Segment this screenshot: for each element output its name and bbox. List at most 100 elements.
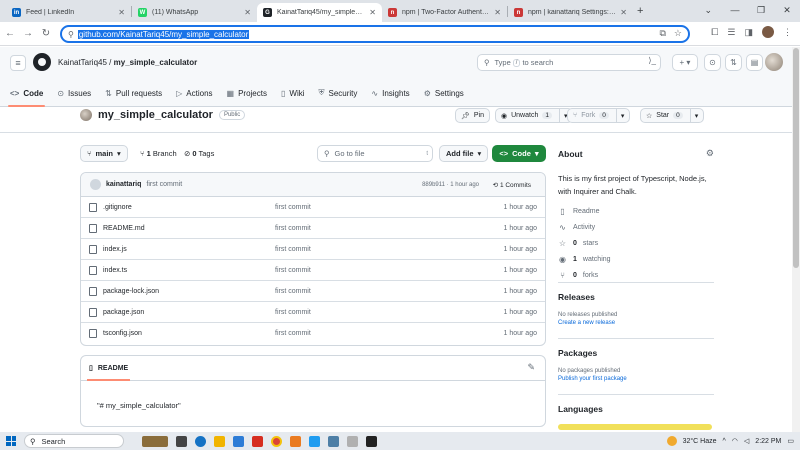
tags-link[interactable]: ⊘ 0 Tags bbox=[184, 149, 214, 158]
create-new-button[interactable]: + ▾ bbox=[672, 54, 698, 71]
pull-requests-icon[interactable]: ⇅ bbox=[725, 54, 742, 71]
star-button[interactable]: ☆ Star 0 ▾ bbox=[640, 108, 705, 123]
user-avatar[interactable] bbox=[765, 53, 783, 71]
releases-title[interactable]: Releases bbox=[558, 292, 714, 302]
file-name[interactable]: index.js bbox=[103, 246, 127, 253]
app-icon[interactable] bbox=[328, 435, 339, 447]
maximize-icon[interactable]: ❐ bbox=[748, 0, 774, 22]
code-button[interactable]: <> Code ▾ bbox=[492, 145, 546, 162]
address-bar[interactable]: ⚲ github.com/KainatTariq45/my_simple_cal… bbox=[60, 25, 690, 43]
stars-link[interactable]: ☆ 0 stars bbox=[558, 238, 714, 248]
create-release-link[interactable]: Create a new release bbox=[558, 320, 714, 326]
close-window-icon[interactable]: ✕ bbox=[774, 0, 800, 22]
file-commit-message[interactable]: first commit bbox=[275, 246, 311, 253]
file-name[interactable]: README.md bbox=[103, 225, 145, 232]
commit-message[interactable]: first commit bbox=[146, 181, 182, 188]
activity-link[interactable]: ∿ Activity bbox=[558, 222, 714, 232]
close-tab-icon[interactable]: ✕ bbox=[369, 8, 376, 17]
tab-search-icon[interactable]: ⌄ bbox=[704, 5, 712, 16]
gear-icon[interactable]: ⚙ bbox=[706, 148, 714, 159]
commit-author[interactable]: kainattariq bbox=[106, 181, 141, 188]
github-logo-icon[interactable] bbox=[33, 53, 51, 71]
file-name[interactable]: tsconfig.json bbox=[103, 330, 142, 337]
opera-icon[interactable] bbox=[252, 435, 263, 447]
close-tab-icon[interactable]: ✕ bbox=[244, 8, 251, 17]
repo-name[interactable]: my_simple_calculator bbox=[98, 109, 213, 121]
edge-icon[interactable] bbox=[195, 435, 206, 447]
bookmark-star-icon[interactable]: ☆ bbox=[674, 28, 682, 39]
chrome-icon[interactable] bbox=[271, 435, 282, 447]
commits-link[interactable]: ⟲ 1 Commits bbox=[493, 181, 531, 189]
back-icon[interactable]: ← bbox=[2, 28, 18, 39]
breadcrumb-repo[interactable]: my_simple_calculator bbox=[114, 58, 198, 67]
tab-wiki[interactable]: ▯ Wiki bbox=[281, 79, 305, 107]
tab-insights[interactable]: ∿ Insights bbox=[371, 79, 409, 107]
windows-start-icon[interactable] bbox=[6, 436, 16, 446]
task-view-icon[interactable] bbox=[176, 435, 187, 447]
clock[interactable]: 2:22 PM bbox=[755, 438, 781, 445]
reading-list-icon[interactable]: ☰ bbox=[727, 27, 735, 38]
scrollbar-thumb[interactable] bbox=[793, 48, 799, 268]
file-commit-message[interactable]: first commit bbox=[275, 204, 311, 211]
file-explorer-icon[interactable] bbox=[214, 435, 225, 447]
file-commit-message[interactable]: first commit bbox=[275, 267, 311, 274]
close-tab-icon[interactable]: ✕ bbox=[620, 8, 627, 17]
mail-icon[interactable] bbox=[233, 435, 244, 447]
branch-selector[interactable]: ⑂ main ▾ bbox=[80, 145, 128, 162]
file-commit-message[interactable]: first commit bbox=[275, 330, 311, 337]
file-commit-message[interactable]: first commit bbox=[275, 225, 311, 232]
browser-menu-icon[interactable]: ⋮ bbox=[783, 27, 792, 38]
chevron-down-icon[interactable]: ▾ bbox=[621, 112, 625, 120]
tab-issues[interactable]: ⊙ Issues bbox=[57, 79, 91, 107]
notification-icon[interactable]: ▭ bbox=[787, 437, 794, 445]
close-tab-icon[interactable]: ✕ bbox=[494, 8, 501, 17]
file-commit-message[interactable]: first commit bbox=[275, 309, 311, 316]
forks-link[interactable]: ⑂ 0 forks bbox=[558, 270, 714, 280]
extensions-icon[interactable]: ⧠ bbox=[711, 27, 718, 38]
browser-tab[interactable]: in Feed | LinkedIn ✕ bbox=[6, 3, 131, 22]
terminal-icon[interactable] bbox=[366, 435, 377, 447]
readme-link[interactable]: ▯ Readme bbox=[558, 206, 714, 216]
go-to-file-input[interactable]: ⚲ Go to file t bbox=[317, 145, 433, 162]
close-tab-icon[interactable]: ✕ bbox=[118, 8, 125, 17]
wifi-icon[interactable]: ◠ bbox=[732, 437, 738, 445]
commit-hash-time[interactable]: 889b911 · 1 hour ago bbox=[422, 182, 479, 188]
file-name[interactable]: .gitignore bbox=[103, 204, 132, 211]
widgets-icon[interactable] bbox=[142, 435, 168, 447]
branches-link[interactable]: ⑂ 1 Branch bbox=[140, 149, 177, 158]
site-info-icon[interactable]: ⚲ bbox=[68, 30, 74, 39]
tab-pull-requests[interactable]: ⇅ Pull requests bbox=[105, 79, 162, 107]
install-icon[interactable]: ⧉ bbox=[659, 28, 665, 39]
forward-icon[interactable]: → bbox=[20, 28, 36, 39]
publish-package-link[interactable]: Publish your first package bbox=[558, 376, 714, 382]
command-palette-icon[interactable]: ⟩_ bbox=[648, 56, 656, 65]
volume-icon[interactable]: ◁ bbox=[744, 437, 749, 445]
unwatch-button[interactable]: ◉ Unwatch 1 ▾ bbox=[495, 108, 574, 123]
tab-actions[interactable]: ▷ Actions bbox=[176, 79, 212, 107]
browser-tab[interactable]: G KainatTariq45/my_simple_calcu ✕ bbox=[257, 3, 382, 22]
address-url[interactable]: github.com/KainatTariq45/my_simple_calcu… bbox=[77, 29, 250, 39]
chevron-down-icon[interactable]: ▾ bbox=[695, 112, 699, 120]
inbox-icon[interactable]: ▤ bbox=[746, 54, 763, 71]
minimize-icon[interactable]: — bbox=[722, 0, 748, 22]
browser-tab[interactable]: n npm | Two-Factor Authenticatio ✕ bbox=[382, 3, 507, 22]
browser-tab[interactable]: n npm | kainattariq Settings: Pac ✕ bbox=[508, 3, 633, 22]
weather-icon[interactable] bbox=[666, 436, 677, 446]
hamburger-menu-icon[interactable]: ≡ bbox=[10, 55, 26, 71]
fork-button[interactable]: ⑂ Fork 0 ▾ bbox=[567, 108, 631, 123]
breadcrumb-owner[interactable]: KainatTariq45 bbox=[58, 58, 107, 67]
readme-tab[interactable]: ▯ README bbox=[86, 356, 131, 381]
new-tab-icon[interactable]: + bbox=[637, 5, 643, 17]
packages-title[interactable]: Packages bbox=[558, 348, 714, 358]
taskbar-search[interactable]: ⚲ Search bbox=[24, 434, 124, 448]
file-name[interactable]: package-lock.json bbox=[103, 288, 159, 295]
pin-button[interactable]: 📌︎ Pin bbox=[455, 108, 491, 123]
edit-pencil-icon[interactable]: ✎ bbox=[527, 362, 535, 373]
app-icon[interactable] bbox=[290, 435, 301, 447]
file-name[interactable]: package.json bbox=[103, 309, 144, 316]
search-input[interactable]: ⚲ Type / to search ⟩_ bbox=[477, 54, 661, 71]
file-commit-message[interactable]: first commit bbox=[275, 288, 311, 295]
tray-chevron-icon[interactable]: ^ bbox=[723, 438, 726, 445]
tab-code[interactable]: <> Code bbox=[7, 79, 46, 107]
tab-security[interactable]: ⛨ Security bbox=[319, 79, 358, 107]
